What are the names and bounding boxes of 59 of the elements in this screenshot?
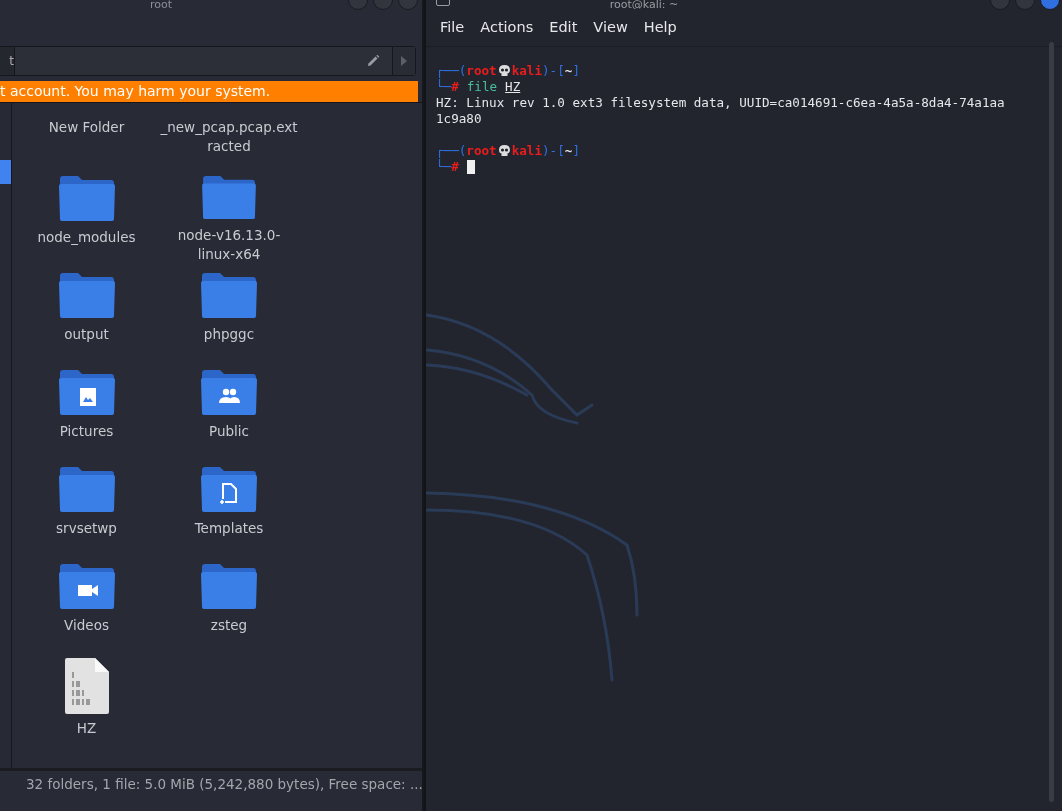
file-name[interactable]: New Folder xyxy=(17,118,156,137)
folder-icon[interactable] xyxy=(57,464,116,514)
prompt-user: root xyxy=(466,63,497,79)
prompt-corner: └─ xyxy=(436,79,452,95)
file-name[interactable]: srvsetwp xyxy=(17,519,156,538)
menu-item[interactable]: Actions xyxy=(480,16,534,46)
prompt-host: kali xyxy=(511,63,543,79)
command-argument: HZ xyxy=(505,79,521,95)
public-folder-icon[interactable] xyxy=(200,367,258,417)
path-segment-button[interactable]: t xyxy=(0,47,15,75)
menu-item[interactable]: Help xyxy=(643,16,677,46)
file-name[interactable]: Pictures xyxy=(17,422,156,441)
templates-folder-icon[interactable] xyxy=(200,464,258,514)
prompt-directory: ~ xyxy=(564,63,573,79)
prompt-host: kali xyxy=(511,143,543,159)
file-name[interactable]: Public xyxy=(160,422,298,441)
binary-file-icon[interactable] xyxy=(64,658,109,714)
folder-icon[interactable] xyxy=(200,561,258,611)
status-bar: 32 folders, 1 file: 5.0 MiB (5,242,880 bytes), Free space: ... xyxy=(0,768,422,799)
window-title: root xyxy=(149,0,173,10)
prompt-bracket: )-[ xyxy=(542,63,565,79)
folder-icon[interactable] xyxy=(57,270,116,320)
prompt-bracket: ┌──( xyxy=(436,63,467,79)
file-name[interactable]: node_modules xyxy=(17,228,156,247)
prompt-bracket: ] xyxy=(572,143,580,159)
menu-item[interactable]: Edit xyxy=(549,16,578,46)
warning-banner: t account. You may harm your system. xyxy=(0,81,418,102)
file-name[interactable]: Templates xyxy=(160,519,298,538)
file-name[interactable]: zsteg xyxy=(160,616,298,635)
terminal-output: HZ: Linux rev 1.0 ext3 filesystem data, UUID=ca014691-c6ea-4a5a-8da4-74a1aa xyxy=(436,95,1006,111)
file-name[interactable]: HZ xyxy=(17,719,156,738)
prompt-bracket: ┌──( xyxy=(436,143,467,159)
prompt-user: root xyxy=(466,143,497,159)
videos-folder-icon[interactable] xyxy=(57,561,116,611)
command-text: file xyxy=(466,79,498,95)
prompt-symbol: # xyxy=(451,159,459,175)
file-name[interactable]: _new_pcap.pcap.extracted xyxy=(160,118,298,156)
file-name[interactable]: phpggc xyxy=(160,325,298,344)
folder-icon[interactable] xyxy=(57,173,116,223)
scrollbar[interactable] xyxy=(1049,42,1054,802)
window-title: root@kali: ~ xyxy=(609,0,679,9)
pictures-folder-icon[interactable] xyxy=(57,367,116,417)
prompt-corner: └─ xyxy=(436,159,452,175)
prompt-symbol: # xyxy=(451,79,459,95)
skull-icon xyxy=(498,65,510,77)
prompt-bracket: ] xyxy=(572,63,580,79)
menu-item[interactable]: View xyxy=(593,16,628,46)
file-name[interactable]: Videos xyxy=(17,616,156,635)
caret-icon xyxy=(401,56,407,66)
folder-icon[interactable] xyxy=(200,173,258,221)
terminal-output: 1c9a80 xyxy=(436,111,483,127)
folder-icon[interactable] xyxy=(200,270,258,320)
prompt-bracket: )-[ xyxy=(542,143,565,159)
menu-item[interactable]: File xyxy=(440,16,465,46)
skull-icon xyxy=(498,145,510,157)
prompt-directory: ~ xyxy=(564,143,573,159)
file-name[interactable]: node-v16.13.0-linux-x64 xyxy=(160,226,298,264)
file-name[interactable]: output xyxy=(17,325,156,344)
edit-icon[interactable] xyxy=(366,54,380,68)
